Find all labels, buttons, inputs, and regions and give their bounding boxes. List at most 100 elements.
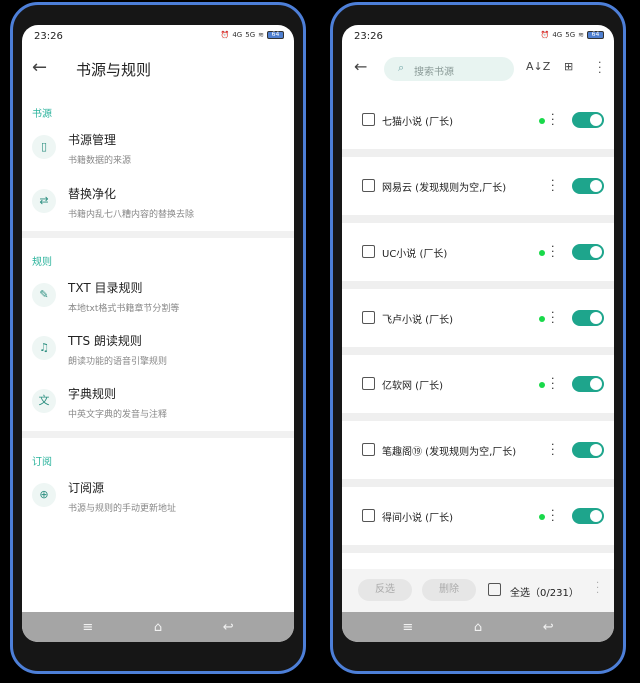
source-toggle[interactable] bbox=[572, 310, 604, 326]
status-bar: 23:26 ⏰ 4G 5G ≋ 64 bbox=[22, 25, 294, 49]
battery-icon: 64 bbox=[267, 31, 284, 39]
group-icon[interactable]: ⊞ bbox=[564, 60, 573, 73]
menu-icon[interactable]: ≡ bbox=[82, 620, 93, 635]
wifi-icon: ≋ bbox=[258, 31, 264, 39]
menu-item-title: TTS 朗读规则 bbox=[68, 334, 142, 348]
menu-item-title: 替换净化 bbox=[68, 187, 117, 201]
more-vert-icon[interactable]: · · · bbox=[551, 175, 555, 196]
source-checkbox[interactable] bbox=[362, 245, 375, 258]
source-toggle[interactable] bbox=[572, 376, 604, 392]
source-row[interactable]: UC小说 (厂长) · · · bbox=[342, 223, 614, 281]
sort-az-icon[interactable]: A↓Z bbox=[526, 60, 550, 73]
row-gap bbox=[342, 281, 614, 289]
more-vert-icon[interactable]: · · · bbox=[551, 109, 555, 130]
back-arrow-icon[interactable]: ← bbox=[32, 57, 47, 78]
menu-item-dictionary[interactable]: 文 字典规则 中英文字典的发音与注释 bbox=[22, 379, 294, 431]
menu-item-subtitle: 书籍数据的来源 bbox=[68, 156, 132, 166]
section-label-rules: 规则 bbox=[32, 257, 52, 268]
source-checkbox[interactable] bbox=[362, 113, 375, 126]
menu-item-subtitle: 本地txt格式书籍章节分割等 bbox=[68, 304, 180, 314]
more-vert-icon[interactable]: · · · bbox=[551, 307, 555, 328]
system-nav-bar: ≡ ⌂ ↩ bbox=[22, 612, 294, 642]
row-gap bbox=[342, 215, 614, 223]
source-name: 飞卢小说 (厂长) bbox=[382, 315, 453, 326]
source-name: 亿软网 (厂长) bbox=[382, 381, 443, 392]
more-vert-icon[interactable]: · · · bbox=[551, 505, 555, 526]
source-checkbox[interactable] bbox=[362, 443, 375, 456]
source-name: 七猫小说 (厂长) bbox=[382, 117, 453, 128]
source-name: 笔趣阁⑲ (发现规则为空,厂长) bbox=[382, 447, 517, 458]
source-checkbox[interactable] bbox=[362, 509, 375, 522]
menu-item-title: 书源管理 bbox=[68, 133, 117, 147]
network-right-icon: 5G bbox=[565, 31, 576, 39]
online-dot bbox=[539, 250, 545, 256]
section-divider bbox=[22, 431, 294, 438]
translate-icon: 文 bbox=[32, 389, 56, 413]
menu-item-tts[interactable]: ♫ TTS 朗读规则 朗读功能的语音引擎规则 bbox=[22, 326, 294, 378]
home-icon[interactable]: ⌂ bbox=[154, 620, 162, 635]
row-gap bbox=[342, 149, 614, 157]
status-icons: ⏰ 4G 5G ≋ 64 bbox=[221, 31, 284, 39]
online-dot bbox=[539, 382, 545, 388]
status-icons: ⏰ 4G 5G ≋ 64 bbox=[541, 31, 604, 39]
more-vert-icon[interactable]: · · · bbox=[598, 57, 602, 78]
network-left-icon: 4G bbox=[232, 31, 243, 39]
home-icon[interactable]: ⌂ bbox=[474, 620, 482, 635]
more-vert-icon[interactable]: · · · bbox=[551, 439, 555, 460]
alarm-icon: ⏰ bbox=[220, 31, 230, 39]
search-input[interactable]: ⌕ 搜索书源 bbox=[384, 57, 514, 81]
headphones-icon: ♫ bbox=[32, 336, 56, 360]
menu-icon[interactable]: ≡ bbox=[402, 620, 413, 635]
menu-item-subtitle: 朗读功能的语音引擎规则 bbox=[68, 357, 168, 367]
row-gap bbox=[342, 479, 614, 487]
more-vert-icon[interactable]: · · · bbox=[596, 579, 599, 599]
source-row[interactable]: 飞卢小说 (厂长) · · · bbox=[342, 289, 614, 347]
menu-item-source-manage[interactable]: ▯ 书源管理 书籍数据的来源 bbox=[22, 125, 294, 177]
source-row[interactable]: 网易云 (发现规则为空,厂长) · · · bbox=[342, 157, 614, 215]
source-row[interactable]: 得间小说 (厂长) · · · bbox=[342, 487, 614, 545]
source-row[interactable]: 亿软网 (厂长) · · · bbox=[342, 355, 614, 413]
menu-item-title: 字典规则 bbox=[68, 387, 117, 401]
section-label-book-source: 书源 bbox=[32, 109, 52, 120]
alarm-icon: ⏰ bbox=[540, 31, 550, 39]
page-title: 书源与规则 bbox=[76, 61, 152, 79]
back-arrow-icon[interactable]: ← bbox=[354, 57, 367, 76]
back-icon[interactable]: ↩ bbox=[223, 620, 234, 635]
source-toggle[interactable] bbox=[572, 178, 604, 194]
invert-selection-button[interactable]: 反选 bbox=[358, 579, 412, 601]
online-dot bbox=[539, 118, 545, 124]
book-icon: ▯ bbox=[32, 135, 56, 159]
toolbar: ← 书源与规则 bbox=[22, 49, 294, 89]
status-bar: 23:26 ⏰ 4G 5G ≋ 64 bbox=[342, 25, 614, 49]
menu-item-title: 订阅源 bbox=[68, 481, 105, 495]
source-toggle[interactable] bbox=[572, 112, 604, 128]
menu-item-subtitle: 书源与规则的手动更新地址 bbox=[68, 504, 177, 514]
source-manage-screen: 23:26 ⏰ 4G 5G ≋ 64 ← ⌕ 搜索书源 A↓Z ⊞ · · · 七猫… bbox=[342, 25, 614, 642]
search-placeholder: 搜索书源 bbox=[414, 67, 454, 78]
menu-item-subtitle: 书籍内乱七八糟内容的替换去除 bbox=[68, 210, 195, 220]
search-icon: ⌕ bbox=[398, 61, 405, 74]
more-vert-icon[interactable]: · · · bbox=[551, 241, 555, 262]
source-checkbox[interactable] bbox=[362, 179, 375, 192]
row-gap bbox=[342, 347, 614, 355]
menu-item-title: TXT 目录规则 bbox=[68, 281, 143, 295]
source-checkbox[interactable] bbox=[362, 311, 375, 324]
battery-icon: 64 bbox=[587, 31, 604, 39]
back-icon[interactable]: ↩ bbox=[543, 620, 554, 635]
source-checkbox[interactable] bbox=[362, 377, 375, 390]
online-dot bbox=[539, 514, 545, 520]
select-all-checkbox[interactable] bbox=[488, 583, 501, 596]
menu-item-txt-toc[interactable]: ✎ TXT 目录规则 本地txt格式书籍章节分割等 bbox=[22, 273, 294, 325]
source-row[interactable]: 七猫小说 (厂长) · · · bbox=[342, 91, 614, 149]
source-toggle[interactable] bbox=[572, 244, 604, 260]
status-time: 23:26 bbox=[34, 31, 63, 42]
select-all-label: 全选（0/231） bbox=[510, 588, 579, 599]
more-vert-icon[interactable]: · · · bbox=[551, 373, 555, 394]
row-gap bbox=[342, 545, 614, 553]
source-toggle[interactable] bbox=[572, 442, 604, 458]
menu-item-subscription-source[interactable]: ⊕ 订阅源 书源与规则的手动更新地址 bbox=[22, 473, 294, 525]
source-row[interactable]: 笔趣阁⑲ (发现规则为空,厂长) · · · bbox=[342, 421, 614, 479]
menu-item-replace[interactable]: ⇄ 替换净化 书籍内乱七八糟内容的替换去除 bbox=[22, 179, 294, 231]
delete-button[interactable]: 删除 bbox=[422, 579, 476, 601]
source-toggle[interactable] bbox=[572, 508, 604, 524]
